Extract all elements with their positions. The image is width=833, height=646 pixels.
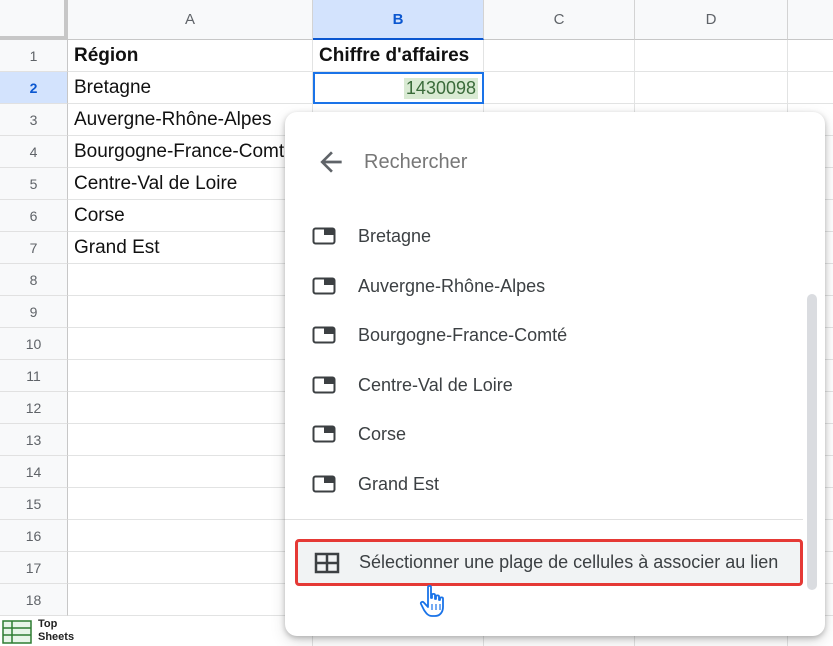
sheet-option-corse[interactable]: Corse	[285, 412, 805, 456]
column-header-a[interactable]: A	[68, 0, 313, 40]
row-header-1[interactable]: 1	[0, 40, 68, 72]
row-header-6[interactable]: 6	[0, 200, 68, 232]
column-header-c[interactable]: C	[484, 0, 635, 40]
row-header-9[interactable]: 9	[0, 296, 68, 328]
sheet-tab-icon	[312, 326, 336, 344]
cell-a2[interactable]: Bretagne	[68, 72, 313, 104]
row-header-16[interactable]: 16	[0, 520, 68, 552]
spreadsheet-logo-icon	[2, 620, 32, 644]
sheet-tab-icon	[312, 425, 336, 443]
top-sheets-logo: Top Sheets	[2, 618, 82, 646]
divider	[285, 519, 803, 520]
sheet-option-label: Centre-Val de Loire	[358, 374, 513, 395]
link-picker-popup: Rechercher Bretagne Auvergne-Rhône-Alpes…	[285, 112, 825, 636]
sheet-option-centre[interactable]: Centre-Val de Loire	[285, 363, 805, 407]
arrow-left-icon[interactable]	[315, 146, 347, 178]
sheet-tab-icon	[312, 376, 336, 394]
row-header-18[interactable]: 18	[0, 584, 68, 616]
logo-line-1: Top	[38, 618, 58, 630]
row-header-17[interactable]: 17	[0, 552, 68, 584]
grid-table-icon	[314, 552, 340, 573]
sheet-option-grand-est[interactable]: Grand Est	[285, 462, 805, 506]
row-header-14[interactable]: 14	[0, 456, 68, 488]
column-header-d[interactable]: D	[635, 0, 788, 40]
cell-a1[interactable]: Région	[68, 40, 313, 72]
sheet-option-label: Bretagne	[358, 225, 432, 246]
sheet-tab-icon	[312, 277, 336, 295]
sheet-option-auvergne[interactable]: Auvergne-Rhône-Alpes	[285, 264, 805, 308]
cell-b1[interactable]: Chiffre d'affaires	[313, 40, 484, 72]
cell-a5[interactable]: Centre-Val de Loire	[68, 168, 313, 200]
select-all-corner[interactable]	[0, 0, 68, 40]
sheet-option-bourgogne[interactable]: Bourgogne-France-Comté	[285, 313, 805, 357]
row-header-7[interactable]: 7	[0, 232, 68, 264]
search-input[interactable]: Rechercher	[364, 151, 467, 174]
logo-text: Top Sheets	[38, 618, 74, 644]
sheet-tab-icon	[312, 475, 336, 493]
row-header-11[interactable]: 11	[0, 360, 68, 392]
popup-scrollbar[interactable]	[807, 294, 817, 590]
cell-b2-selected[interactable]: 1430098	[313, 72, 484, 104]
logo-line-2: Sheets	[38, 631, 75, 643]
hand-pointer-icon	[419, 584, 444, 617]
column-header-e[interactable]	[788, 0, 833, 40]
row-header-4[interactable]: 4	[0, 136, 68, 168]
sheet-option-label: Bourgogne-France-Comté	[358, 324, 568, 345]
row-header-12[interactable]: 12	[0, 392, 68, 424]
cell-a4[interactable]: Bourgogne-France-Comté	[68, 136, 313, 168]
cell-a3[interactable]: Auvergne-Rhône-Alpes	[68, 104, 313, 136]
row-header-10[interactable]: 10	[0, 328, 68, 360]
sheet-option-bretagne[interactable]: Bretagne	[285, 214, 805, 258]
select-cell-range-label: Sélectionner une plage de cellules à ass…	[359, 552, 779, 572]
row-header-15[interactable]: 15	[0, 488, 68, 520]
sheet-tab-icon	[312, 227, 336, 245]
cell-a6[interactable]: Corse	[68, 200, 313, 232]
row-header-3[interactable]: 3	[0, 104, 68, 136]
row-header-5[interactable]: 5	[0, 168, 68, 200]
row-header-8[interactable]: 8	[0, 264, 68, 296]
column-header-b[interactable]: B	[313, 0, 484, 40]
sheet-option-label: Corse	[358, 423, 407, 444]
search-row: Rechercher	[285, 140, 825, 184]
cell-a7[interactable]: Grand Est	[68, 232, 313, 264]
select-cell-range-option[interactable]: Sélectionner une plage de cellules à ass…	[295, 539, 803, 586]
row-header-2[interactable]: 2	[0, 72, 68, 104]
cell-b2-value: 1430098	[403, 77, 478, 99]
row-header-13[interactable]: 13	[0, 424, 68, 456]
sheet-option-label: Auvergne-Rhône-Alpes	[358, 275, 546, 296]
sheet-option-label: Grand Est	[358, 473, 440, 494]
